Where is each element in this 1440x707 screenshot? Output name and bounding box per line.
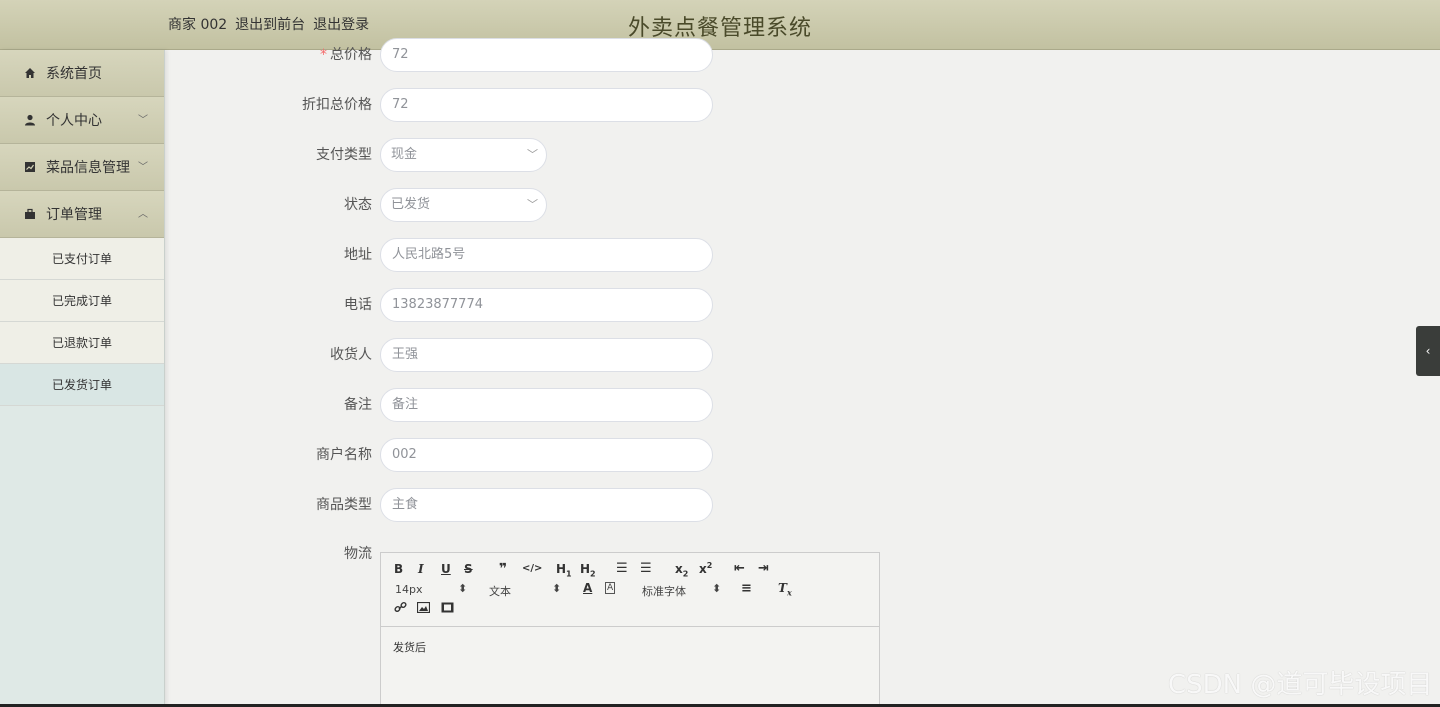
italic-icon[interactable]: I [418,562,424,576]
editor-content-area[interactable]: 发货后 [381,627,879,667]
discount-total-input[interactable]: 72 [380,88,713,122]
goods-type-label: 商品类型 [316,497,372,513]
sidebar-item-home[interactable]: 系统首页 [0,50,164,97]
pay-type-label: 支付类型 [316,147,372,163]
code-block-icon[interactable]: </> [522,563,542,574]
clear-format-icon[interactable]: Tx [778,581,792,597]
pay-type-select[interactable]: 现金 ﹀ [380,138,547,172]
sidebar-item-label: 订单管理 [46,207,102,223]
discount-total-label: 折扣总价格 [302,97,372,113]
chevron-left-icon[interactable]: ‹ [1416,326,1440,376]
sidebar-item-dish-management[interactable]: 菜品信息管理 ﹀ [0,144,164,191]
address-input[interactable]: 人民北路5号 [380,238,713,272]
sidebar-item-label: 个人中心 [46,113,102,129]
sidebar-subitem-refunded-orders[interactable]: 已退款订单 [0,322,164,364]
align-icon[interactable]: ≡ [741,581,752,596]
background-color-icon[interactable]: A [605,582,616,594]
strike-icon[interactable]: S [464,562,473,576]
sidebar-subitem-completed-orders[interactable]: 已完成订单 [0,280,164,322]
phone-label: 电话 [344,297,372,313]
link-icon[interactable] [394,601,407,617]
sidebar-subitem-shipped-orders[interactable]: 已发货订单 [0,364,164,406]
video-icon[interactable] [441,602,454,616]
logistics-label: 物流 [344,546,372,562]
logistics-editor: B I U S ❞ </> H1 H2 ☰ ☰ x2 x2 ⇤ ⇥ 14px ⬍… [380,552,880,707]
bold-icon[interactable]: B [394,562,403,576]
receiver-label: 收货人 [330,347,372,363]
font-size-select[interactable]: 14px [395,583,423,596]
total-price-label: * 总价格 [320,47,372,63]
font-family-select[interactable]: 标准字体 [642,583,686,599]
pay-type-value: 现金 [391,147,418,162]
editor-toolbar: B I U S ❞ </> H1 H2 ☰ ☰ x2 x2 ⇤ ⇥ 14px ⬍… [381,553,879,627]
sidebar-item-personal[interactable]: 个人中心 ﹀ [0,97,164,144]
sidebar-item-order-management[interactable]: 订单管理 ︿ [0,191,164,238]
required-mark: * [320,47,327,63]
watermark-text: CSDN @道可毕设项目 [1168,670,1433,700]
heading1-icon[interactable]: H1 [556,562,572,578]
status-select[interactable]: 已发货 ﹀ [380,188,547,222]
address-label: 地址 [344,247,372,263]
chevron-updown-icon: ⬍ [712,582,722,595]
chevron-up-icon: ︿ [138,209,148,220]
blockquote-icon[interactable]: ❞ [499,561,507,577]
outdent-icon[interactable]: ⇤ [734,561,745,576]
merchant-name-input[interactable]: 002 [380,438,713,472]
chevron-down-icon: ﹀ [527,198,538,211]
image-icon[interactable] [416,601,431,616]
chevron-updown-icon: ⬍ [458,582,468,595]
chart-icon [24,161,36,173]
briefcase-icon [24,208,36,220]
ordered-list-icon[interactable]: ☰ [616,561,628,576]
status-value: 已发货 [391,197,431,212]
bullet-list-icon[interactable]: ☰ [640,561,652,576]
goods-type-input[interactable]: 主食 [380,488,713,522]
total-price-input[interactable]: 72 [380,38,713,72]
block-type-select[interactable]: 文本 [489,583,511,599]
sidebar-subitem-paid-orders[interactable]: 已支付订单 [0,238,164,280]
subscript-icon[interactable]: x2 [675,562,688,578]
indent-icon[interactable]: ⇥ [758,561,769,576]
sidebar-item-label: 系统首页 [46,66,102,82]
chevron-updown-icon: ⬍ [552,582,562,595]
phone-input[interactable]: 13823877774 [380,288,713,322]
receiver-input[interactable]: 王强 [380,338,713,372]
remark-input[interactable]: 备注 [380,388,713,422]
user-icon [24,114,36,126]
font-color-icon[interactable]: A [583,581,592,595]
superscript-icon[interactable]: x2 [699,561,712,576]
sidebar-item-label: 菜品信息管理 [46,160,130,176]
merchant-name-label: 商户名称 [316,447,372,463]
home-icon [24,67,36,79]
remark-label: 备注 [344,397,372,413]
status-label: 状态 [344,197,372,213]
chevron-down-icon: ﹀ [138,162,148,173]
sidebar: 系统首页 个人中心 ﹀ 菜品信息管理 ﹀ 订单管理 ︿ 已支付订单 已完成订单 … [0,50,165,707]
heading2-icon[interactable]: H2 [580,562,596,578]
chevron-down-icon: ﹀ [138,115,148,126]
underline-icon[interactable]: U [441,562,451,576]
chevron-down-icon: ﹀ [527,148,538,161]
